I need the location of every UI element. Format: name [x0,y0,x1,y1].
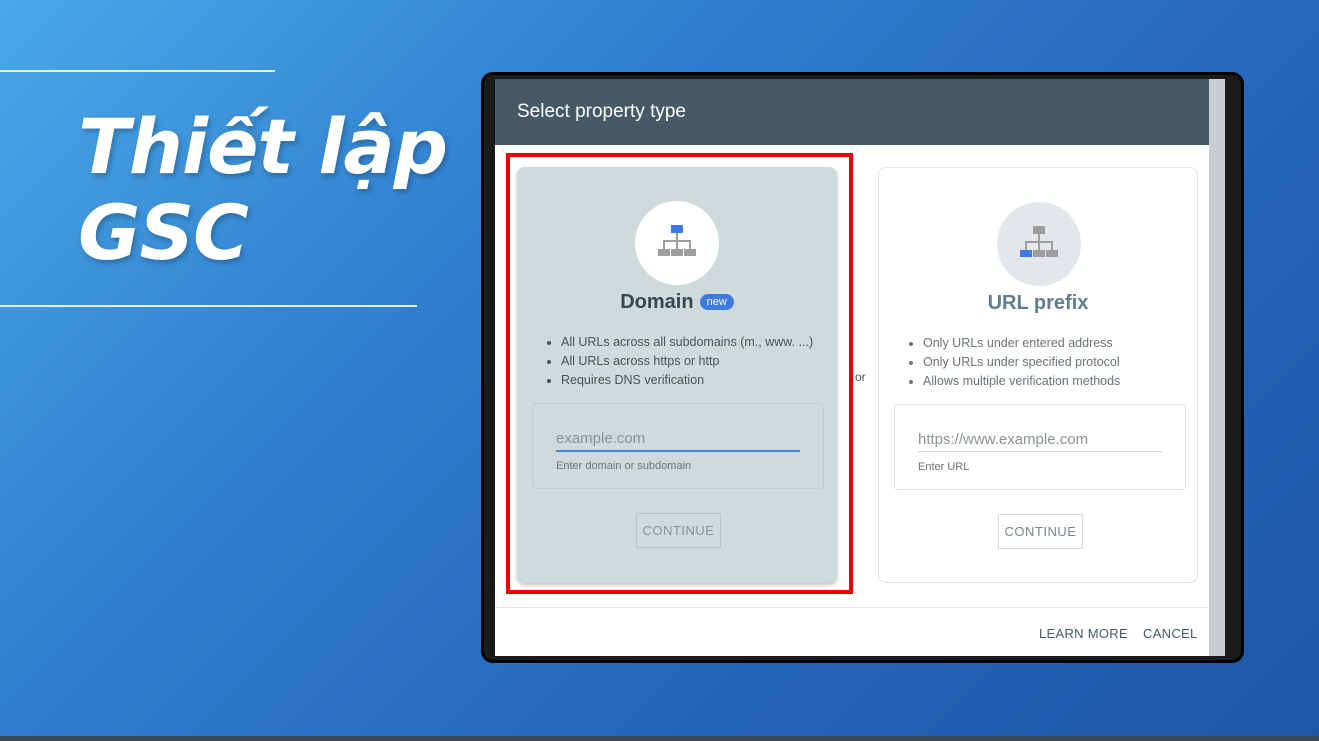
cancel-button[interactable]: CANCEL [1143,626,1198,641]
dialog-title: Select property type [495,79,1225,145]
url-prefix-continue-button[interactable]: CONTINUE [998,514,1083,549]
list-item: Only URLs under entered address [923,334,1120,353]
footer-divider [495,607,1209,608]
list-item: Only URLs under specified protocol [923,353,1120,372]
url-prefix-feature-list: Only URLs under entered address Only URL… [905,334,1120,391]
screenshot-frame: Select property type Domain new • All UR… [481,72,1244,663]
red-highlight-box [506,153,853,594]
learn-more-button[interactable]: LEARN MORE [1039,626,1128,641]
url-field-box: Enter URL [894,404,1186,490]
url-prefix-sitemap-icon [997,202,1081,286]
url-prefix-card[interactable]: URL prefix Only URLs under entered addre… [878,167,1198,583]
or-separator: or [855,370,866,384]
decorative-line-top [0,70,275,72]
select-property-dialog: Select property type Domain new • All UR… [495,79,1225,656]
decorative-line-bottom [0,305,417,307]
list-item: Allows multiple verification methods [923,372,1120,391]
slide-title-line-1: Thiết lập [78,102,448,191]
bottom-edge-bar [0,736,1319,741]
url-prefix-card-title: URL prefix [987,292,1089,314]
slide-title: Thiết lập GSC [78,102,448,277]
slide-title-line-2: GSC [78,188,249,277]
url-input-help: Enter URL [918,461,970,473]
url-input[interactable] [918,427,1162,452]
background-page-strip [1209,79,1225,656]
